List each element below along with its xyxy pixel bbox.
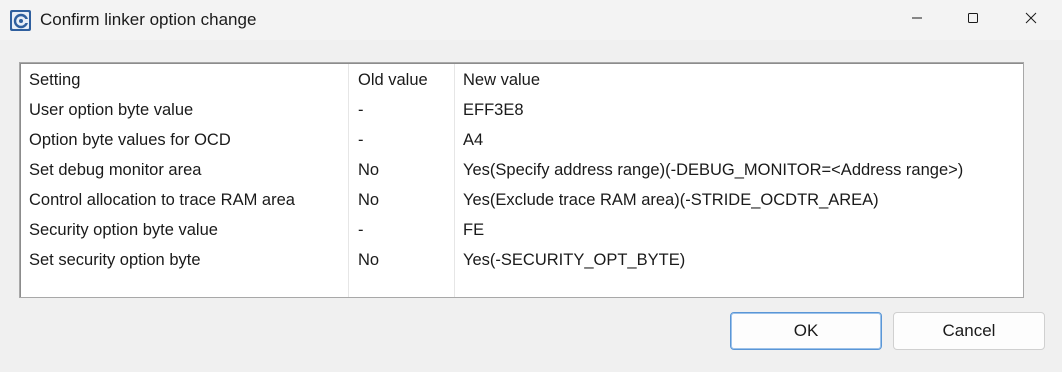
new-value-cell: A4 xyxy=(463,131,484,149)
table-row[interactable]: Security option byte value - FE xyxy=(20,215,1023,245)
window-title: Confirm linker option change xyxy=(40,10,257,29)
table-row[interactable]: Set security option byte No Yes(-SECURIT… xyxy=(20,245,1023,275)
minimize-icon xyxy=(911,11,923,29)
maximize-button[interactable] xyxy=(944,0,1002,40)
header-new-value: New value xyxy=(463,71,541,89)
new-value-cell: Yes(Specify address range)(-DEBUG_MONITO… xyxy=(463,161,964,179)
old-value-cell: - xyxy=(358,101,364,119)
table-row[interactable]: Set debug monitor area No Yes(Specify ad… xyxy=(20,155,1023,185)
minimize-button[interactable] xyxy=(888,0,946,40)
setting-cell: User option byte value xyxy=(29,101,194,119)
close-icon xyxy=(1025,11,1037,29)
header-setting: Setting xyxy=(29,71,81,89)
app-icon xyxy=(10,10,31,31)
table-row[interactable]: User option byte value - EFF3E8 xyxy=(20,95,1023,125)
new-value-cell: Yes(-SECURITY_OPT_BYTE) xyxy=(463,251,686,269)
setting-cell: Security option byte value xyxy=(29,221,218,239)
table-header-row: Setting Old value New value xyxy=(20,65,1023,95)
new-value-cell: EFF3E8 xyxy=(463,101,524,119)
old-value-cell: No xyxy=(358,191,380,209)
new-value-cell: FE xyxy=(463,221,485,239)
old-value-cell: - xyxy=(358,221,364,239)
ok-button[interactable]: OK xyxy=(730,312,882,350)
title-bar[interactable]: Confirm linker option change xyxy=(0,0,1062,40)
table-row[interactable]: Option byte values for OCD - A4 xyxy=(20,125,1023,155)
setting-cell: Option byte values for OCD xyxy=(29,131,231,149)
header-old-value: Old value xyxy=(358,71,428,89)
table-row[interactable]: Control allocation to trace RAM area No … xyxy=(20,185,1023,215)
setting-cell: Set security option byte xyxy=(29,251,201,269)
setting-cell: Set debug monitor area xyxy=(29,161,202,179)
close-button[interactable] xyxy=(1002,0,1060,40)
new-value-cell: Yes(Exclude trace RAM area)(-STRIDE_OCDT… xyxy=(463,191,879,209)
setting-cell: Control allocation to trace RAM area xyxy=(29,191,295,209)
cancel-button[interactable]: Cancel xyxy=(893,312,1045,350)
old-value-cell: - xyxy=(358,131,364,149)
maximize-icon xyxy=(967,11,979,29)
old-value-cell: No xyxy=(358,161,380,179)
settings-table[interactable]: Setting Old value New value User option … xyxy=(19,62,1024,298)
old-value-cell: No xyxy=(358,251,380,269)
